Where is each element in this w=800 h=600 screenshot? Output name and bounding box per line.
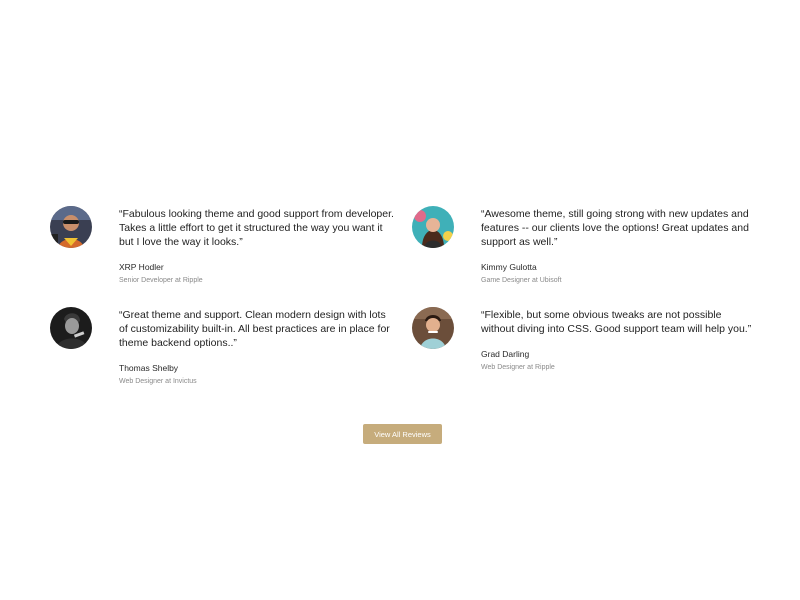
review-card: “Flexible, but some obvious tweaks are n… xyxy=(412,307,757,372)
avatar xyxy=(50,307,92,349)
review-card: “Great theme and support. Clean modern d… xyxy=(50,307,395,386)
reviews-section: “Fabulous looking theme and good support… xyxy=(0,0,800,600)
reviewer-name: XRP Hodler xyxy=(119,262,164,272)
person-with-sunglasses-avatar-icon xyxy=(50,206,92,248)
man-dark-monochrome-avatar-icon xyxy=(50,307,92,349)
review-quote: “Flexible, but some obvious tweaks are n… xyxy=(481,309,752,335)
man-smiling-avatar-icon xyxy=(412,307,454,349)
review-quote: “Fabulous looking theme and good support… xyxy=(119,208,394,248)
reviewer-role: Web Designer at Invictus xyxy=(119,378,197,385)
view-all-reviews-button[interactable]: View All Reviews xyxy=(363,424,442,444)
review-card: “Fabulous looking theme and good support… xyxy=(50,206,395,285)
reviewer-role: Senior Developer at Ripple xyxy=(119,277,203,284)
review-quote: “Awesome theme, still going strong with … xyxy=(481,208,749,248)
avatar xyxy=(412,307,454,349)
reviewer-name: Kimmy Gulotta xyxy=(481,262,537,272)
avatar xyxy=(412,206,454,248)
woman-teal-background-avatar-icon xyxy=(412,206,454,248)
reviewer-role: Game Designer at Ubisoft xyxy=(481,277,562,284)
review-quote: “Great theme and support. Clean modern d… xyxy=(119,309,390,349)
avatar xyxy=(50,206,92,248)
reviewer-name: Grad Darling xyxy=(481,349,530,359)
reviewer-role: Web Designer at Ripple xyxy=(481,364,555,371)
reviewer-name: Thomas Shelby xyxy=(119,363,179,373)
review-card: “Awesome theme, still going strong with … xyxy=(412,206,757,285)
